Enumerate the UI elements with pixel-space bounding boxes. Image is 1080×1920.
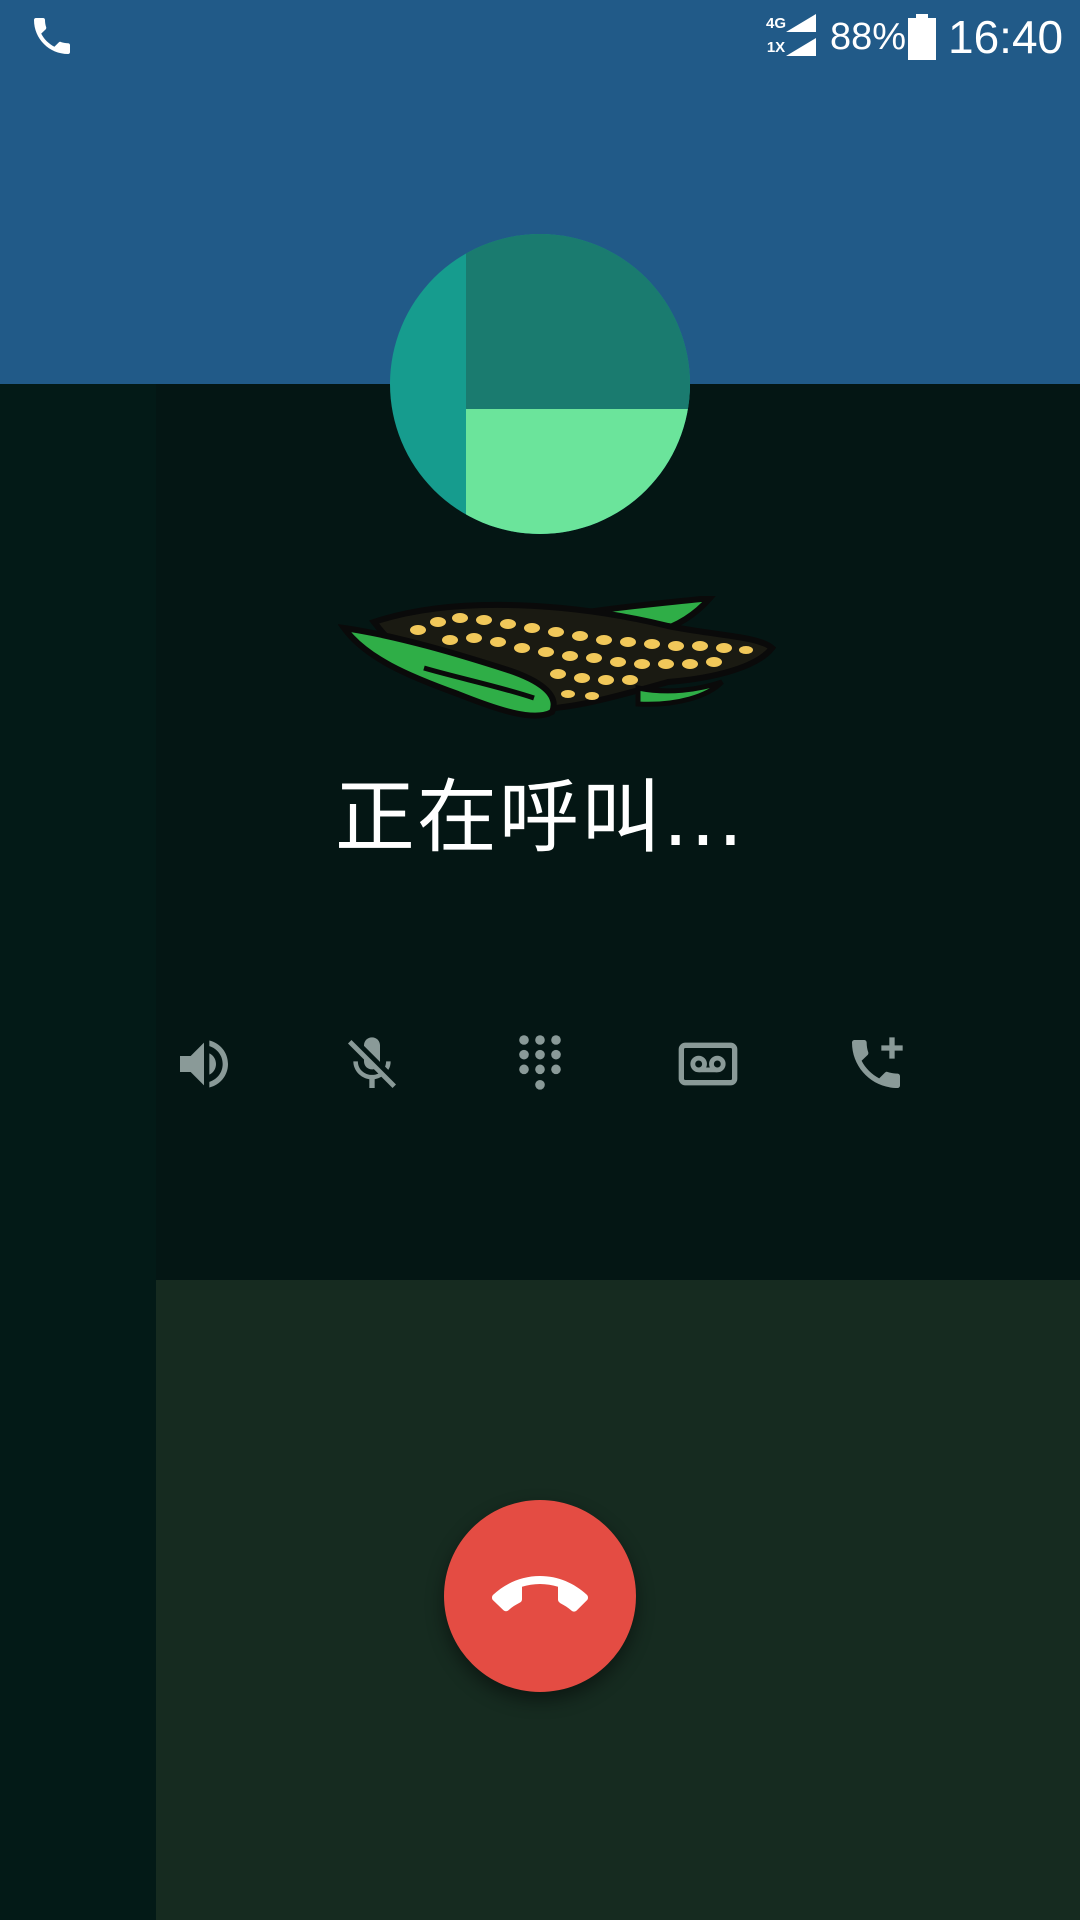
add-call-icon (852, 1037, 903, 1088)
phone-icon (34, 18, 70, 54)
status-bar: 4G 1X 88% 16:40 (0, 0, 1080, 74)
signal-icon (786, 38, 816, 56)
avatar-image (390, 234, 690, 534)
call-status-text: 正在呼叫... (334, 771, 746, 864)
end-call-button[interactable] (444, 1500, 636, 1692)
battery-percentage: 88% (830, 16, 907, 58)
dialpad-button[interactable] (508, 1032, 572, 1096)
network-label-4g: 4G (765, 15, 786, 32)
record-button[interactable] (676, 1032, 740, 1096)
contact-name-image (338, 596, 777, 719)
speaker-button[interactable] (172, 1032, 236, 1096)
dialpad-icon (519, 1035, 561, 1090)
call-screen: 4G 1X 88% 16:40 正在呼叫... (0, 0, 1080, 1920)
contact-avatar (390, 234, 690, 534)
network-label-1x: 1X (766, 39, 786, 56)
call-end-icon (492, 1576, 588, 1612)
network-type-labels: 4G 1X (764, 12, 788, 60)
left-strip (0, 384, 156, 1920)
voicemail-icon (678, 1042, 738, 1086)
mute-button[interactable] (340, 1032, 404, 1096)
add-call-button[interactable] (844, 1032, 908, 1096)
mic-off-icon (348, 1037, 396, 1088)
speaker-icon (180, 1040, 228, 1088)
clock: 16:40 (948, 11, 1064, 63)
battery-icon (908, 14, 936, 60)
signal-icon (786, 14, 816, 32)
